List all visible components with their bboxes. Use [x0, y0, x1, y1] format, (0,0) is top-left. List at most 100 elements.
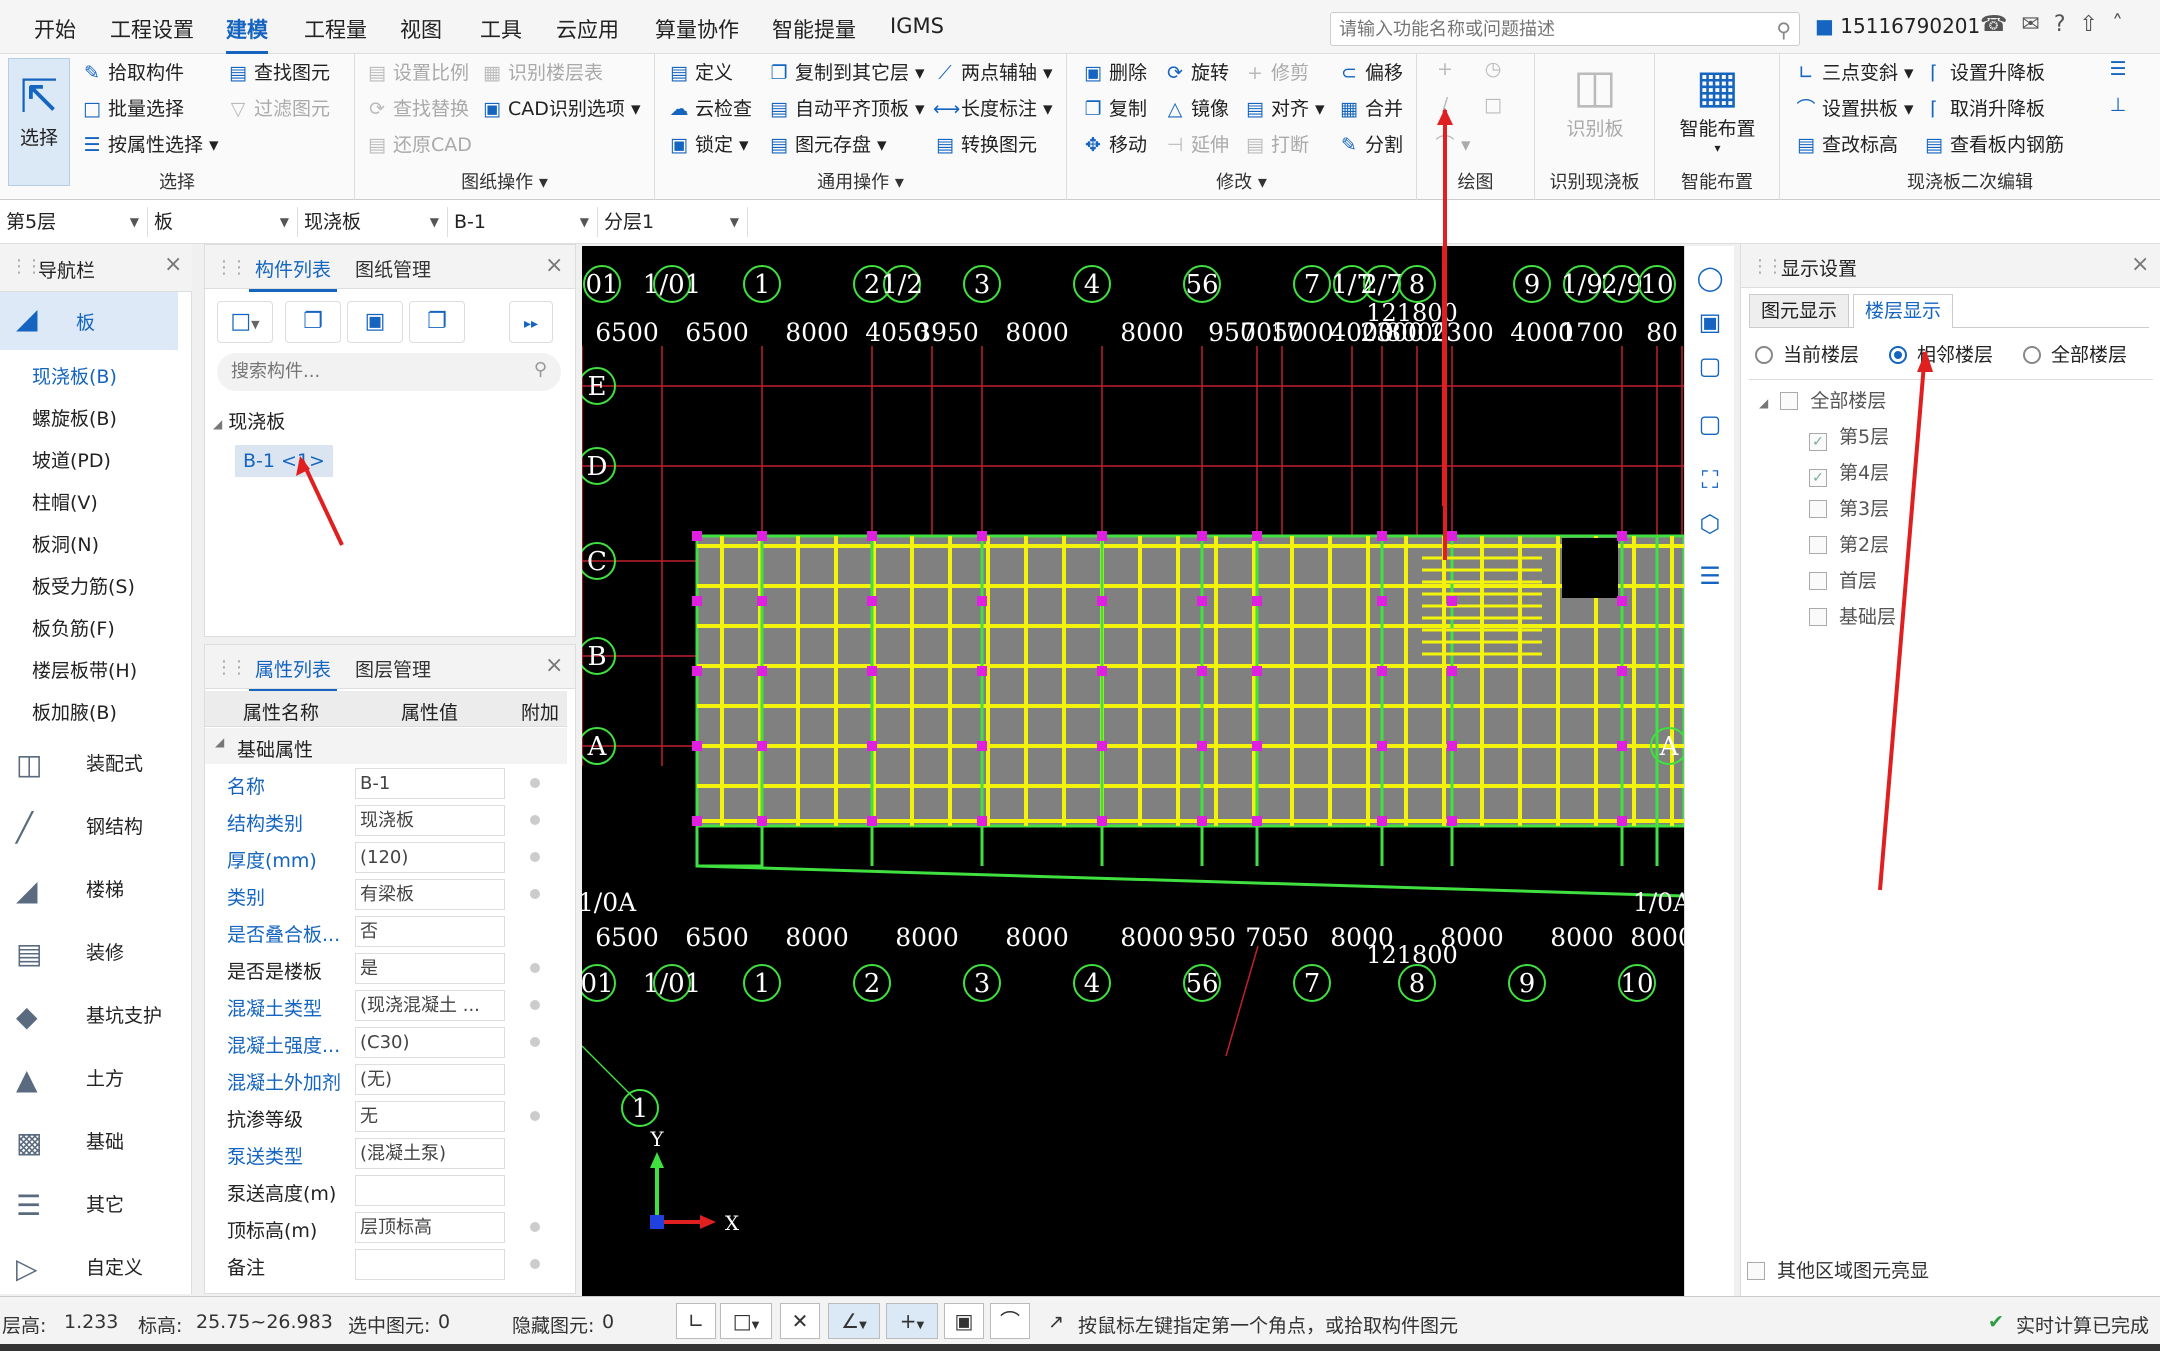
floor-dropdown[interactable]: 第5层 ▼: [2, 207, 148, 237]
nav-item-spiral-slab[interactable]: 螺旋板(B): [32, 404, 117, 431]
floor-checkbox[interactable]: 基础层: [1809, 602, 1896, 629]
nav-item-slab-strip[interactable]: 楼层板带(H): [32, 656, 137, 683]
subtype-dropdown[interactable]: 现浇板 ▼: [300, 207, 448, 237]
copy-to-floor-button[interactable]: ❐ 复制到其它层 ▾: [767, 58, 924, 85]
property-value[interactable]: (无): [355, 1064, 505, 1095]
property-value[interactable]: 无: [355, 1101, 505, 1132]
property-value[interactable]: 否: [355, 916, 505, 947]
chat-icon[interactable]: ✉: [2021, 12, 2053, 37]
property-value[interactable]: [355, 1249, 505, 1280]
component-dropdown[interactable]: B-1 ▼: [450, 207, 598, 237]
nav-category-slab[interactable]: ◢ 板: [0, 292, 178, 350]
move-button[interactable]: ✥ 移动: [1081, 130, 1147, 157]
property-value[interactable]: 现浇板: [355, 805, 505, 836]
merge-button[interactable]: ▦ 合并: [1337, 94, 1403, 121]
floor-checkbox[interactable]: ✓ 第5层: [1809, 422, 1889, 451]
attach-indicator[interactable]: [530, 778, 540, 788]
mirror-button[interactable]: △ 镜像: [1163, 94, 1229, 121]
function-search-input[interactable]: [1339, 14, 1759, 44]
fit-view-icon[interactable]: ⛶: [1694, 466, 1726, 498]
property-row[interactable]: 结构类别 现浇板: [205, 802, 567, 839]
nav-item-slab-hole[interactable]: 板洞(N): [32, 530, 99, 557]
cad-options-button[interactable]: ▣ CAD识别选项 ▾: [480, 94, 640, 121]
new-component-button[interactable]: □▼: [217, 301, 273, 343]
function-search[interactable]: ⚲: [1330, 12, 1800, 46]
nav-category-pit-support[interactable]: ◆ 基坑支护: [16, 1000, 162, 1033]
save-element-button[interactable]: ▤ 图元存盘 ▾: [767, 130, 887, 157]
close-icon[interactable]: ×: [2131, 252, 2149, 277]
grip-icon[interactable]: ⋮⋮: [215, 257, 248, 278]
property-row[interactable]: 是否是楼板 是: [205, 950, 567, 987]
layer-dropdown[interactable]: 分层1 ▼: [600, 207, 748, 237]
draw-arc-button[interactable]: ⌒ ▾: [1433, 130, 1470, 157]
component-search-input[interactable]: [231, 353, 511, 389]
close-icon[interactable]: ×: [545, 253, 563, 278]
attach-indicator[interactable]: [530, 1259, 540, 1269]
shirt-icon[interactable]: ⇧: [2080, 12, 2112, 37]
close-icon[interactable]: ×: [164, 252, 182, 277]
tab-component-list[interactable]: 构件列表: [248, 255, 338, 292]
delete-button[interactable]: ▣ 删除: [1081, 58, 1147, 85]
list-view-icon[interactable]: ☰: [1694, 562, 1726, 594]
property-value[interactable]: [355, 1175, 505, 1206]
draw-line-button[interactable]: ∕: [1433, 94, 1461, 116]
layer-copy-button[interactable]: ❐: [409, 301, 465, 343]
property-row[interactable]: 是否叠合板... 否: [205, 913, 567, 950]
help-icon[interactable]: ?: [2054, 12, 2080, 37]
slab-extra-icon-1[interactable]: ☰: [2106, 58, 2134, 80]
nav-category-other[interactable]: ☰ 其它: [16, 1189, 124, 1222]
define-button[interactable]: ▤ 定义: [667, 58, 733, 85]
tab-layer-management[interactable]: 图层管理: [355, 655, 431, 682]
tab-drawing-management[interactable]: 图纸管理: [355, 255, 431, 282]
check-elevation-button[interactable]: ▤ 查改标高: [1794, 130, 1898, 157]
offset-toggle[interactable]: +▼: [886, 1303, 938, 1339]
find-replace-button[interactable]: ⟳ 查找替换: [365, 94, 469, 121]
box-view-icon[interactable]: ⬡: [1694, 510, 1726, 542]
property-row[interactable]: 泵送类型 (混凝土泵): [205, 1135, 567, 1172]
menu-cloud[interactable]: 云应用: [556, 14, 619, 44]
two-point-axis-button[interactable]: ⟋ 两点辅轴 ▾: [933, 58, 1052, 85]
user-account[interactable]: ■ 15116790201: [1815, 14, 1980, 38]
nav-item-slab-neg-rebar[interactable]: 板负筋(F): [32, 614, 115, 641]
length-dimension-button[interactable]: ⟷长度标注 ▾: [933, 94, 1053, 121]
rotate-button[interactable]: ⟳ 旋转: [1163, 58, 1229, 85]
select-button[interactable]: ⇱ 选择: [8, 58, 70, 186]
nav-category-custom[interactable]: ▷ 自定义: [16, 1252, 143, 1285]
pick-component-button[interactable]: ✎ 拾取构件: [80, 58, 184, 85]
copy-button[interactable]: ❐ 复制: [1081, 94, 1147, 121]
select-by-property-button[interactable]: ☰ 按属性选择 ▾: [80, 130, 218, 157]
property-value[interactable]: 是: [355, 953, 505, 984]
more-button[interactable]: ▸▸: [509, 301, 553, 343]
type-dropdown[interactable]: 板 ▼: [150, 207, 298, 237]
nav-category-prefab[interactable]: ◫ 装配式: [16, 748, 143, 781]
break-button[interactable]: ▤ 打断: [1243, 130, 1309, 157]
snap-toggle[interactable]: □▼: [720, 1303, 772, 1339]
set-scale-button[interactable]: ▤ 设置比例: [365, 58, 469, 85]
attach-indicator[interactable]: [530, 963, 540, 973]
display-toggle[interactable]: ▣: [944, 1303, 984, 1339]
property-value[interactable]: 有梁板: [355, 879, 505, 910]
radio-current-floor[interactable]: 当前楼层: [1755, 340, 1859, 367]
menu-project-settings[interactable]: 工程设置: [110, 14, 194, 44]
orbit-icon[interactable]: ◯: [1694, 264, 1726, 296]
lock-button[interactable]: ▣ 锁定 ▾: [667, 130, 749, 157]
property-value[interactable]: B-1: [355, 768, 505, 799]
cube-top-icon[interactable]: ▢: [1694, 410, 1726, 442]
draw-rect-button[interactable]: □: [1481, 94, 1509, 116]
cancel-raise-lower-button[interactable]: ⌈ 取消升降板: [1922, 94, 2045, 121]
attach-indicator[interactable]: [530, 889, 540, 899]
grip-icon[interactable]: ⋮⋮: [1751, 256, 1784, 277]
property-row[interactable]: 泵送高度(m): [205, 1172, 567, 1209]
extend-button[interactable]: ⊣ 延伸: [1163, 130, 1229, 157]
property-group[interactable]: ◢ 基础属性: [205, 728, 567, 764]
property-row[interactable]: 混凝土外加剂 (无): [205, 1061, 567, 1098]
tab-property-list[interactable]: 属性列表: [248, 655, 338, 692]
draw-point-button[interactable]: +: [1433, 58, 1461, 80]
3d-view-icon[interactable]: ▣: [1694, 308, 1726, 340]
menu-modeling[interactable]: 建模: [226, 14, 268, 54]
floor-checkbox[interactable]: 第2层: [1809, 530, 1889, 557]
align-button[interactable]: ▤ 对齐 ▾: [1243, 94, 1325, 121]
property-row[interactable]: 混凝土强度... (C30): [205, 1024, 567, 1061]
property-row[interactable]: 顶标高(m) 层顶标高: [205, 1209, 567, 1246]
collapse-icon[interactable]: ˄: [2112, 12, 2137, 37]
